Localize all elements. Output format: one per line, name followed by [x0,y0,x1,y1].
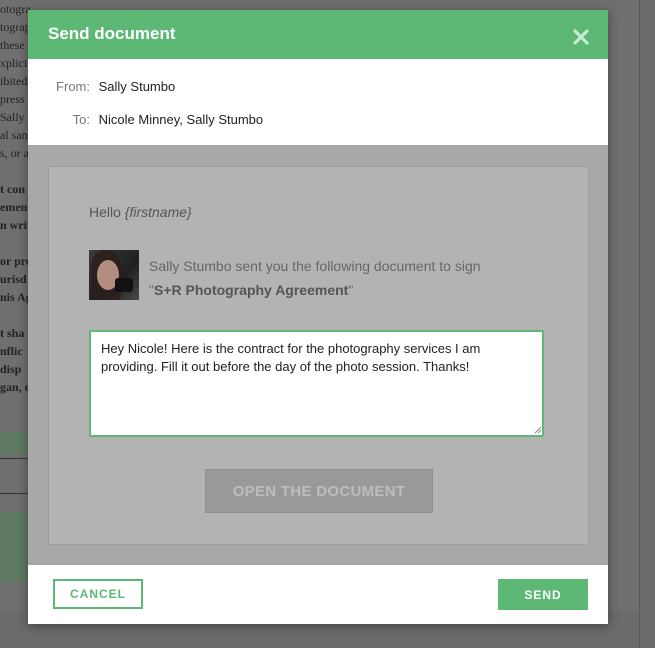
recipient-info: From: Sally Stumbo To: Nicole Minney, Sa… [28,59,608,145]
sent-description: Sally Stumbo sent you the following docu… [149,258,481,274]
avatar [89,250,139,300]
personal-message-input[interactable]: Hey Nicole! Here is the contract for the… [89,330,544,437]
to-value: Nicole Minney, Sally Stumbo [98,112,264,127]
background-divider [0,458,30,459]
email-preview-area: Hello {firstname} Sally Stumbo sent you … [28,145,608,565]
modal-header: Send document [28,10,608,59]
send-button[interactable]: SEND [498,579,588,610]
resize-handle-icon[interactable] [534,426,542,434]
document-name: S+R Photography Agreement [153,282,349,298]
modal-title: Send document [48,24,176,43]
from-value: Sally Stumbo [98,79,176,94]
to-label: To: [72,112,90,127]
open-document-button[interactable]: OPEN THE DOCUMENT [205,469,433,513]
document-name-line: "S+R Photography Agreement" [149,278,481,302]
greeting: Hello {firstname} [89,204,192,220]
modal-footer: CANCEL SEND [28,565,608,624]
email-preview-card: Hello {firstname} Sally Stumbo sent you … [48,166,589,545]
send-document-modal: Send document From: Sally Stumbo To: Nic… [28,10,608,624]
background-scroll-strip [639,0,655,648]
firstname-placeholder: {firstname} [124,204,192,220]
from-row: From: Sally Stumbo [52,79,175,94]
from-label: From: [56,79,90,94]
to-row: To: Nicole Minney, Sally Stumbo [52,112,263,127]
close-icon[interactable] [572,28,590,46]
background-highlight [0,432,30,454]
background-highlight [0,512,30,582]
sent-message: Sally Stumbo sent you the following docu… [149,254,481,302]
quote-close: " [348,282,354,298]
background-divider [0,493,30,494]
greeting-text: Hello [89,204,121,220]
cancel-button[interactable]: CANCEL [53,579,143,609]
